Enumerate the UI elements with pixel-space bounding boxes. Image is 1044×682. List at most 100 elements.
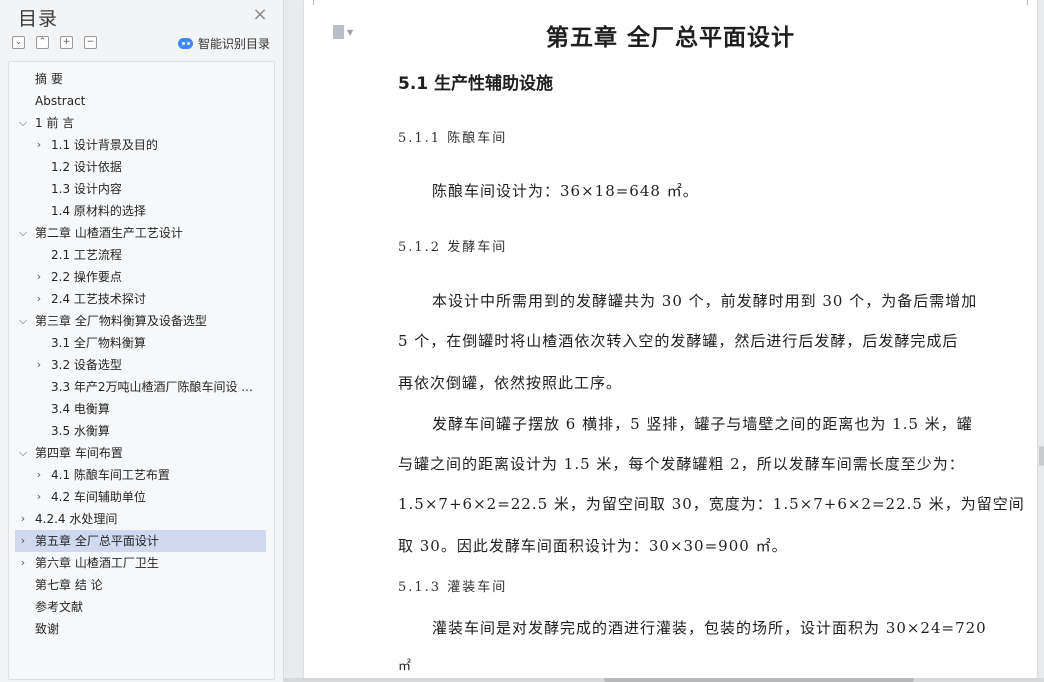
toc-item[interactable]: ⌵ 第四章 车间布置: [15, 442, 266, 464]
toc-item-label: 第七章 结 论: [35, 578, 103, 592]
toc-item[interactable]: › 1.1 设计背景及目的: [15, 134, 266, 156]
paragraph-line: 陈酿车间设计为：36×18=648 ㎡。: [432, 182, 699, 200]
document-app: 目录 × ⌄ ⌃ + − 智能识别目录 摘 要 Abstract ⌵ 1 前 言 › 1.…: [0, 0, 1044, 682]
chevron-right-icon[interactable]: ›: [33, 266, 45, 288]
collapse-all-icon[interactable]: ⌄: [12, 36, 25, 49]
toc-item-label: 4.1 陈酿车间工艺布置: [51, 468, 170, 482]
chevron-right-icon[interactable]: ›: [33, 288, 45, 310]
chevron-right-icon[interactable]: ›: [17, 530, 29, 552]
toc-item-label: 4.2 车间辅助单位: [51, 490, 146, 504]
toc-item[interactable]: ⌵ 第三章 全厂物料衡算及设备选型: [15, 310, 266, 332]
scroll-marker[interactable]: [1039, 446, 1044, 466]
toc-item-label: 1.2 设计依据: [51, 160, 122, 174]
toc-item[interactable]: 3.5 水衡算: [15, 420, 266, 442]
toc-item[interactable]: 第七章 结 论: [15, 574, 266, 596]
expand-all-icon[interactable]: ⌃: [36, 36, 49, 49]
chevron-down-icon[interactable]: ⌵: [17, 310, 29, 332]
chevron-down-icon[interactable]: ⌵: [17, 222, 29, 244]
toc-item[interactable]: › 4.2.4 水处理间: [15, 508, 266, 530]
toc-item[interactable]: 1.4 原材料的选择: [15, 200, 266, 222]
paragraph-line: 发酵车间罐子摆放 6 横排，5 竖排，罐子与墙壁之间的距离也为 1.5 米，罐: [432, 415, 973, 433]
toc-item[interactable]: 摘 要: [15, 68, 266, 90]
paragraph-line: 再依次倒罐，依然按照此工序。: [398, 374, 623, 392]
toc-list: 摘 要 Abstract ⌵ 1 前 言 › 1.1 设计背景及目的 1.2 设计依据 1.3…: [8, 61, 275, 680]
toc-item[interactable]: 3.3 年产2万吨山楂酒厂陈酿车间设 ...: [15, 376, 266, 398]
toc-item[interactable]: › 3.2 设备选型: [15, 354, 266, 376]
paragraph-line: 5 个，在倒罐时将山楂酒依次转入空的发酵罐，然后进行后发酵，后发酵完成后: [398, 332, 959, 350]
toc-item[interactable]: ⌵ 第二章 山楂酒生产工艺设计: [15, 222, 266, 244]
paragraph-line: ㎡: [398, 659, 413, 674]
section-title: 5.1 生产性辅助设施: [398, 74, 554, 94]
smart-toc-label: 智能识别目录: [198, 36, 271, 51]
toc-sidebar: 目录 × ⌄ ⌃ + − 智能识别目录 摘 要 Abstract ⌵ 1 前 言 › 1.…: [0, 0, 284, 682]
paragraph-line: 本设计中所需用到的发酵罐共为 30 个，前发酵时用到 30 个，为备后需增加: [432, 292, 978, 310]
toc-item-label: 摘 要: [35, 72, 63, 86]
chevron-right-icon[interactable]: ›: [33, 354, 45, 376]
toc-item[interactable]: › 第六章 山楂酒工厂卫生: [15, 552, 266, 574]
paragraph-line: 取 30。因此发酵车间面积设计为：30×30=900 ㎡。: [398, 537, 788, 555]
toc-item-label: Abstract: [35, 94, 86, 108]
paragraph-line: 1.5×7+6×2=22.5 米，为留空间取 30，宽度为：1.5×7+6×2=…: [398, 495, 1025, 513]
toc-item-label: 第五章 全厂总平面设计: [35, 534, 159, 548]
document-area: ▼ 第五章 全厂总平面设计 5.1 生产性辅助设施 5.1.1 陈酿车间 陈酿车…: [284, 0, 1044, 682]
toc-item-label: 2.1 工艺流程: [51, 248, 122, 262]
toc-item-label: 第六章 山楂酒工厂卫生: [35, 556, 159, 570]
toc-item[interactable]: 致谢: [15, 618, 266, 640]
chevron-right-icon[interactable]: ›: [17, 508, 29, 530]
toc-item[interactable]: › 4.1 陈酿车间工艺布置: [15, 464, 266, 486]
document-page: ▼ 第五章 全厂总平面设计 5.1 生产性辅助设施 5.1.1 陈酿车间 陈酿车…: [304, 0, 1037, 682]
smart-toc-button[interactable]: 智能识别目录: [178, 35, 270, 51]
toc-item-label: 第三章 全厂物料衡算及设备选型: [35, 314, 207, 328]
toc-item-label: 参考文献: [35, 600, 84, 614]
toc-item[interactable]: 3.4 电衡算: [15, 398, 266, 420]
toc-header: 目录 × ⌄ ⌃ + − 智能识别目录: [0, 0, 283, 60]
toc-item-label: 第四章 车间布置: [35, 446, 123, 460]
chevron-right-icon[interactable]: ›: [33, 464, 45, 486]
toc-item-label: 3.4 电衡算: [51, 402, 110, 416]
toc-item-label: 2.4 工艺技术探讨: [51, 292, 146, 306]
toc-item-label: 1.3 设计内容: [51, 182, 122, 196]
toc-item[interactable]: ⌵ 1 前 言: [15, 112, 266, 134]
toc-item-label: 3.2 设备选型: [51, 358, 122, 372]
chevron-down-icon[interactable]: ⌵: [17, 442, 29, 464]
chevron-right-icon[interactable]: ›: [33, 134, 45, 156]
paragraph-line: 与罐之间的距离设计为 1.5 米，每个发酵罐粗 2，所以发酵车间需长度至少为：: [398, 455, 965, 473]
chevron-right-icon[interactable]: ›: [17, 552, 29, 574]
remove-heading-icon[interactable]: −: [84, 36, 97, 49]
close-icon[interactable]: ×: [251, 6, 269, 24]
paragraph-line: 灌装车间是对发酵完成的酒进行灌装，包装的场所，设计面积为 30×24=720: [432, 619, 987, 637]
toc-item-label: 1.4 原材料的选择: [51, 204, 146, 218]
toc-item-label: 1.1 设计背景及目的: [51, 138, 158, 152]
toc-item-label: 第二章 山楂酒生产工艺设计: [35, 226, 183, 240]
toc-item-label: 3.3 年产2万吨山楂酒厂陈酿车间设 ...: [51, 380, 253, 394]
toc-item[interactable]: Abstract: [15, 90, 266, 112]
page-corner-mark: [1027, 0, 1038, 5]
toc-item[interactable]: › 2.2 操作要点: [15, 266, 266, 288]
horizontal-scrollbar[interactable]: [284, 678, 1044, 682]
chapter-title: 第五章 全厂总平面设计: [545, 25, 795, 51]
toc-item[interactable]: 参考文献: [15, 596, 266, 618]
chevron-right-icon[interactable]: ›: [33, 486, 45, 508]
subsection-title: 5.1.2 发酵车间: [398, 240, 508, 255]
chevron-down-icon[interactable]: ⌵: [17, 112, 29, 134]
toc-item-label: 3.1 全厂物料衡算: [51, 336, 146, 350]
toc-item[interactable]: › 2.4 工艺技术探讨: [15, 288, 266, 310]
toc-item[interactable]: 3.1 全厂物料衡算: [15, 332, 266, 354]
smart-toc-icon: [178, 37, 193, 49]
toc-item[interactable]: 2.1 工艺流程: [15, 244, 266, 266]
page-corner-mark: [303, 0, 314, 5]
toc-item-label: 4.2.4 水处理间: [35, 512, 118, 526]
toc-item[interactable]: › 4.2 车间辅助单位: [15, 486, 266, 508]
subsection-title: 5.1.3 灌装车间: [398, 580, 508, 595]
subsection-title: 5.1.1 陈酿车间: [398, 131, 508, 146]
toc-item-label: 3.5 水衡算: [51, 424, 110, 438]
toc-item[interactable]: 1.2 设计依据: [15, 156, 266, 178]
toc-item-label: 2.2 操作要点: [51, 270, 122, 284]
toc-item-label: 1 前 言: [35, 116, 75, 130]
add-heading-icon[interactable]: +: [60, 36, 73, 49]
toc-item[interactable]: 1.3 设计内容: [15, 178, 266, 200]
toc-title: 目录: [18, 8, 59, 30]
scrollbar-thumb[interactable]: [604, 678, 914, 682]
toc-item[interactable]: › 第五章 全厂总平面设计: [15, 530, 266, 552]
toc-item-label: 致谢: [35, 622, 60, 636]
